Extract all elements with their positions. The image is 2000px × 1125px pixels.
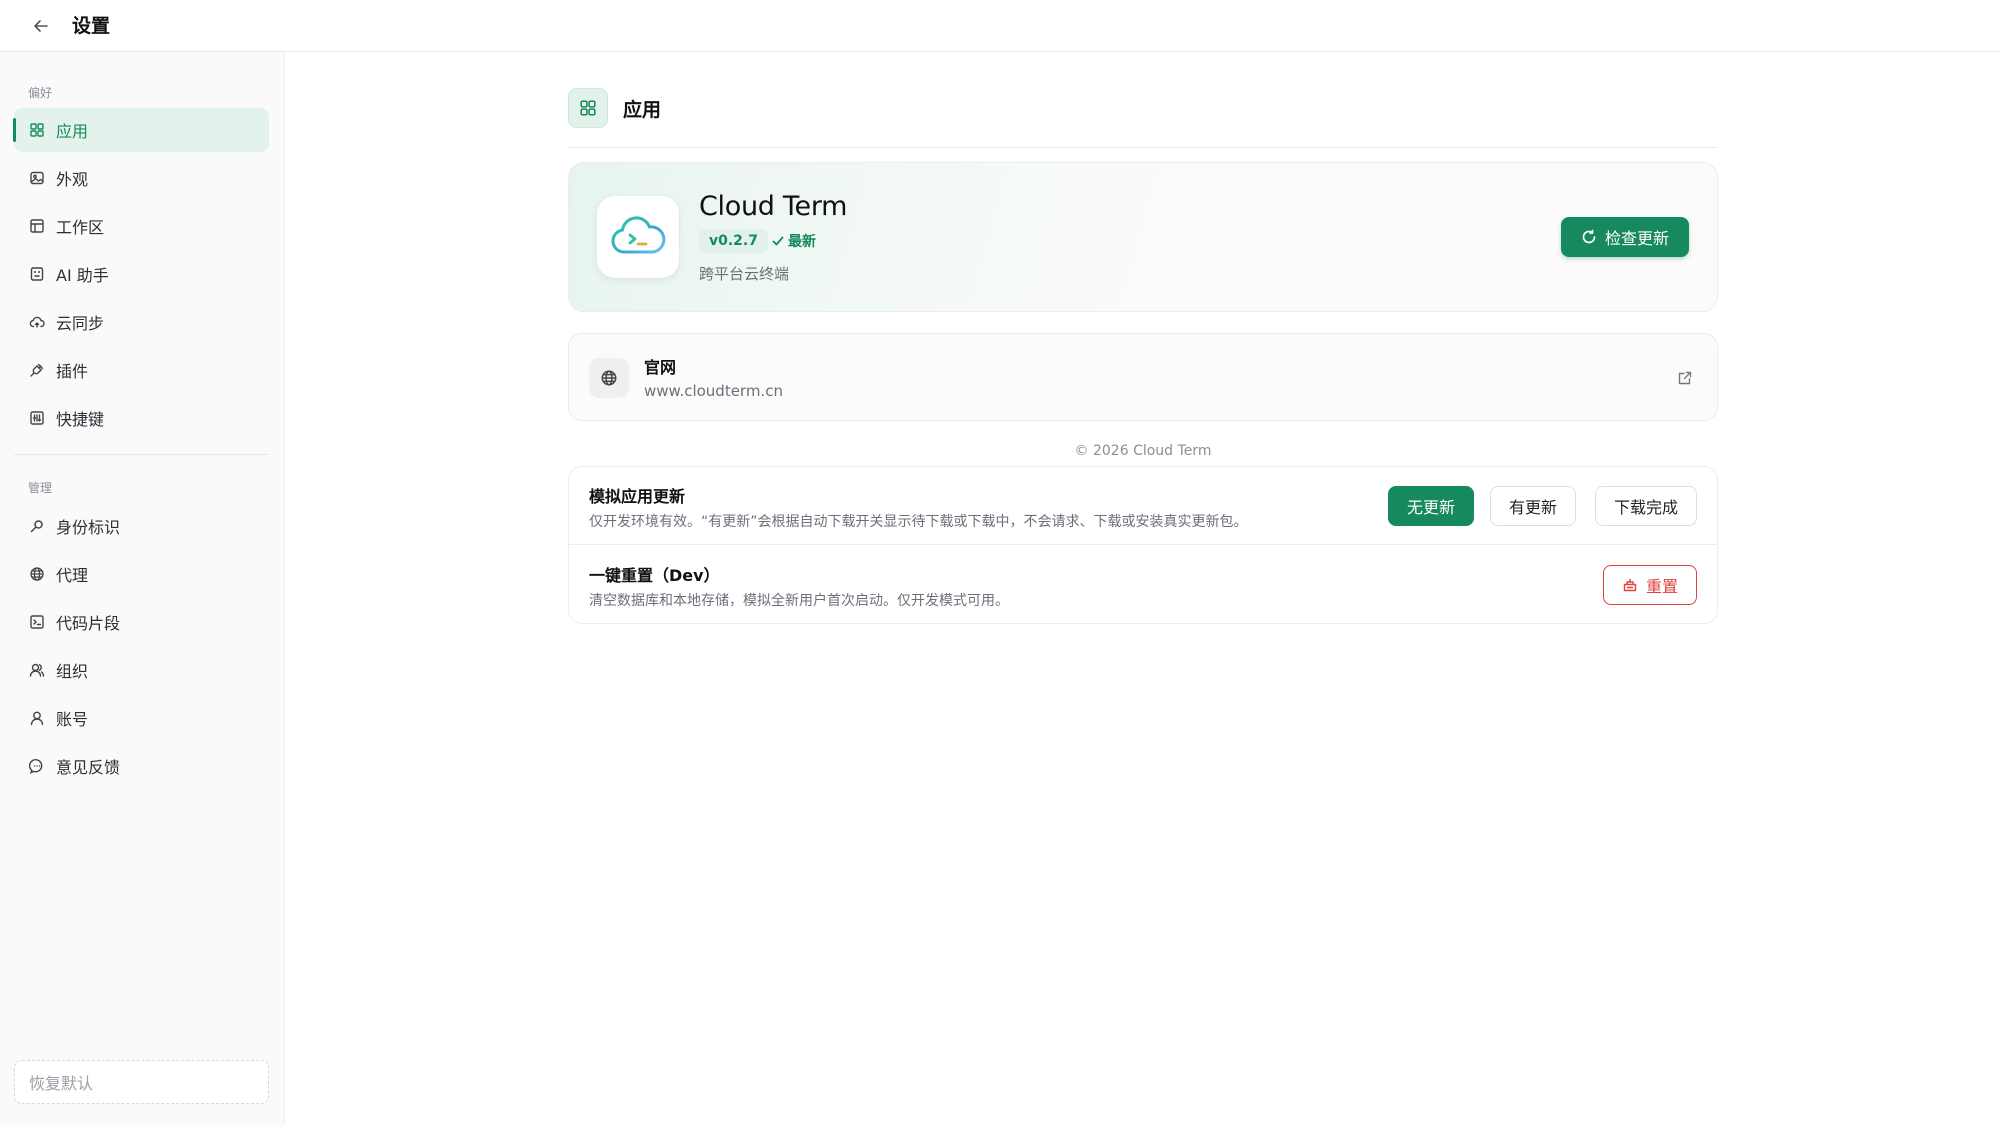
check-icon — [772, 236, 784, 246]
sidebar-item-proxy[interactable]: 代理 — [14, 552, 269, 596]
section-label-preferences: 偏好 — [28, 86, 53, 100]
sidebar-item-account[interactable]: 账号 — [14, 696, 269, 740]
globe-icon — [28, 565, 46, 583]
sidebar-item-feedback[interactable]: 意见反馈 — [14, 744, 269, 788]
sidebar-item-label: 意见反馈 — [56, 758, 121, 777]
sidebar-item-label: 账号 — [56, 710, 89, 729]
sidebar-item-label: 身份标识 — [56, 518, 121, 537]
key-icon — [28, 517, 46, 535]
section-header: 应用 — [568, 88, 661, 128]
sidebar-item-label: 工作区 — [56, 218, 105, 237]
reset-icon — [1623, 578, 1637, 592]
sidebar-item-appearance[interactable]: 外观 — [14, 156, 269, 200]
globe-icon — [589, 358, 629, 398]
restore-defaults-button[interactable]: 恢复默认 — [14, 1060, 269, 1104]
terminal-icon — [28, 613, 46, 631]
plug-icon — [28, 361, 46, 379]
sidebar-item-label: 应用 — [56, 122, 89, 141]
sidebar-item-plugins[interactable]: 插件 — [14, 348, 269, 392]
sidebar-item-label: 插件 — [56, 362, 89, 381]
sidebar-item-label: 代理 — [56, 566, 89, 585]
copyright-text: © 2026 Cloud Term — [1074, 443, 1212, 459]
sidebar-item-workspace[interactable]: 工作区 — [14, 204, 269, 248]
check-update-button[interactable]: 检查更新 — [1560, 217, 1689, 257]
reset-button[interactable]: 重置 — [1602, 565, 1697, 605]
reset-description: 清空数据库和本地存储，模拟全新用户首次启动。仅开发模式可用。 — [589, 593, 1009, 609]
sidebar-item-app[interactable]: 应用 — [13, 108, 269, 152]
website-link-card[interactable]: 官网 www.cloudterm.cn — [568, 333, 1718, 421]
app-logo — [597, 196, 679, 278]
page-header-title: 设置 — [72, 15, 111, 37]
keyboard-icon — [28, 409, 46, 427]
reset-button-label: 重置 — [1645, 577, 1678, 596]
robot-icon — [28, 265, 46, 283]
app-name: Cloud Term — [699, 191, 848, 222]
app-info-card: Cloud Term v0.2.7 最新 跨平台云终端 检查更新 — [568, 162, 1718, 312]
users-icon — [28, 661, 46, 679]
website-title: 官网 — [644, 358, 677, 377]
status-badge: 最新 — [771, 229, 816, 253]
dev-tools-card: 模拟应用更新 仅开发环境有效。“有更新”会根据自动下载开关显示待下载或下载中，不… — [568, 466, 1718, 624]
version-badge: v0.2.7 — [699, 229, 768, 253]
has-update-button[interactable]: 有更新 — [1489, 486, 1576, 526]
arrow-left-icon — [34, 20, 48, 32]
refresh-icon — [1582, 229, 1596, 244]
user-icon — [28, 709, 46, 727]
check-update-label: 检查更新 — [1604, 229, 1669, 248]
sidebar-item-snippets[interactable]: 代码片段 — [14, 600, 269, 644]
sidebar-item-label: 快捷键 — [56, 410, 105, 429]
sidebar-item-label: 外观 — [56, 170, 89, 189]
grid-icon — [28, 121, 46, 139]
sidebar-item-identities[interactable]: 身份标识 — [14, 504, 269, 548]
section-divider — [568, 147, 1718, 148]
sidebar-item-label: 云同步 — [56, 314, 105, 333]
download-complete-button[interactable]: 下载完成 — [1594, 486, 1697, 526]
chat-icon — [28, 757, 46, 775]
grid-icon — [568, 88, 608, 128]
sidebar-item-shortcuts[interactable]: 快捷键 — [14, 396, 269, 440]
section-label-management: 管理 — [28, 481, 53, 495]
back-button[interactable] — [28, 13, 54, 39]
sidebar-item-organization[interactable]: 组织 — [14, 648, 269, 692]
status-label: 最新 — [788, 234, 816, 250]
image-icon — [28, 169, 46, 187]
sidebar-item-label: 组织 — [56, 662, 89, 681]
settings-sidebar: 偏好 应用 外观 工作区 AI 助手 云同步 插件 快捷键 管理 身份标识 代理… — [0, 52, 285, 1125]
sidebar-item-label: AI 助手 — [56, 266, 109, 285]
sidebar-item-cloud-sync[interactable]: 云同步 — [14, 300, 269, 344]
website-url: www.cloudterm.cn — [644, 382, 783, 400]
top-bar: 设置 — [0, 0, 2000, 52]
reset-row: 一键重置（Dev） 清空数据库和本地存储，模拟全新用户首次启动。仅开发模式可用。… — [569, 546, 1717, 624]
page-title: 应用 — [623, 98, 662, 121]
cloud-terminal-icon — [611, 216, 666, 254]
sidebar-item-label: 代码片段 — [56, 614, 121, 633]
external-link-icon[interactable] — [1675, 368, 1695, 388]
simulate-update-description: 仅开发环境有效。“有更新”会根据自动下载开关显示待下载或下载中，不会请求、下载或… — [589, 514, 1248, 530]
cloud-sync-icon — [28, 313, 46, 331]
app-description: 跨平台云终端 — [699, 265, 790, 283]
no-update-button[interactable]: 无更新 — [1387, 486, 1474, 526]
simulate-update-title: 模拟应用更新 — [589, 487, 686, 506]
layout-icon — [28, 217, 46, 235]
reset-title: 一键重置（Dev） — [589, 566, 720, 585]
sidebar-divider — [14, 454, 269, 455]
sidebar-item-ai-assistant[interactable]: AI 助手 — [14, 252, 269, 296]
simulate-update-row: 模拟应用更新 仅开发环境有效。“有更新”会根据自动下载开关显示待下载或下载中，不… — [569, 467, 1717, 545]
